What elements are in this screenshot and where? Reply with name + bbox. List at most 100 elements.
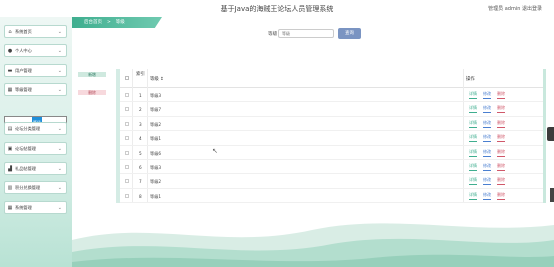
board-icon: ▟ bbox=[8, 165, 12, 172]
index-column-header: 索引 bbox=[136, 72, 145, 77]
row-checkbox[interactable] bbox=[125, 165, 129, 169]
edit-link[interactable]: 修改 bbox=[483, 163, 491, 171]
detail-link[interactable]: 详情 bbox=[469, 91, 477, 99]
sidebar-item-label: 个人中心 bbox=[15, 47, 32, 53]
row-level: 等级7 bbox=[150, 107, 162, 113]
delete-link[interactable]: 删除 bbox=[497, 105, 505, 114]
delete-link[interactable]: 删除 bbox=[497, 91, 505, 99]
row-index: 5 bbox=[139, 150, 142, 156]
sidebar-item[interactable]: ▤ 论坛分类管理 ⌄ bbox=[4, 122, 67, 135]
edit-link[interactable]: 修改 bbox=[483, 149, 491, 157]
row-checkbox[interactable] bbox=[125, 93, 129, 97]
edit-link[interactable]: 修改 bbox=[483, 105, 491, 114]
sidebar-item-label: 积分兑换管理 bbox=[15, 184, 41, 190]
row-checkbox[interactable] bbox=[125, 136, 129, 141]
table-row: 4 等级1 详情 修改 删除 bbox=[120, 131, 543, 146]
sidebar-item[interactable]: ▬ 用户管理 ⌄ bbox=[4, 64, 67, 77]
chevron-down-icon: ⌄ bbox=[57, 204, 62, 211]
breadcrumb-current: 等级 bbox=[115, 20, 125, 25]
search-input[interactable] bbox=[278, 29, 334, 38]
row-checkbox[interactable] bbox=[125, 121, 129, 126]
side-handle[interactable] bbox=[547, 127, 554, 141]
chevron-down-icon: ⌄ bbox=[57, 184, 62, 191]
table-row: 2 等级7 详情 修改 删除 bbox=[120, 102, 543, 117]
forum-icon: ▣ bbox=[7, 145, 13, 152]
search-label: 等级 bbox=[268, 32, 278, 37]
row-checkbox[interactable] bbox=[125, 107, 129, 112]
chevron-down-icon: ⌄ bbox=[57, 86, 62, 93]
sidebar-item[interactable]: ▟ 礼品帖管理 ⌄ bbox=[4, 162, 67, 175]
row-checkbox[interactable] bbox=[125, 150, 129, 155]
sidebar-item-label: 系统首页 bbox=[15, 28, 32, 34]
chevron-down-icon: ⌄ bbox=[57, 125, 62, 132]
delete-link[interactable]: 删除 bbox=[497, 163, 505, 171]
table-row: 3 等级2 详情 修改 删除 bbox=[120, 117, 543, 132]
action-buttons: 新增 删除 bbox=[78, 72, 106, 95]
page-title: 基于Java的海贼王论坛人员管理系统 bbox=[220, 5, 334, 13]
delete-link[interactable]: 删除 bbox=[497, 149, 505, 157]
delete-link[interactable]: 删除 bbox=[497, 120, 505, 128]
user-icon: ● bbox=[7, 47, 13, 54]
sidebar-item-label: 礼品帖管理 bbox=[15, 165, 36, 171]
settings-icon: ▦ bbox=[7, 204, 13, 211]
user-menu[interactable]: 管理员 admin 退出登录 bbox=[488, 5, 542, 12]
home-icon: ⌂ bbox=[8, 28, 12, 35]
detail-link[interactable]: 详情 bbox=[469, 163, 477, 171]
sidebar-item-label: 系统管理 bbox=[15, 204, 32, 210]
users-icon: ▬ bbox=[7, 67, 13, 74]
select-all-checkbox[interactable] bbox=[125, 76, 129, 80]
decorative-waves bbox=[72, 223, 554, 267]
chevron-down-icon: ⌄ bbox=[57, 28, 62, 35]
edit-link[interactable]: 修改 bbox=[483, 120, 491, 128]
header: 基于Java的海贼王论坛人员管理系统 管理员 admin 退出登录 bbox=[0, 0, 554, 17]
sidebar-item[interactable]: ▦ 等级管理 ⌄ bbox=[4, 83, 67, 96]
detail-link[interactable]: 详情 bbox=[469, 105, 477, 114]
delete-link[interactable]: 删除 bbox=[497, 134, 505, 143]
breadcrumb-separator: > bbox=[107, 20, 111, 25]
delete-button[interactable]: 删除 bbox=[78, 90, 106, 95]
points-icon: ▥ bbox=[7, 184, 13, 191]
edit-link[interactable]: 修改 bbox=[483, 134, 491, 143]
forum-icon: ▤ bbox=[7, 125, 13, 132]
detail-link[interactable]: 详情 bbox=[469, 149, 477, 157]
level-column-header[interactable]: 等级 ↕ bbox=[150, 76, 164, 82]
row-index: 3 bbox=[139, 121, 142, 127]
chevron-down-icon: ⌄ bbox=[57, 165, 62, 172]
sidebar-item[interactable]: ● 个人中心 ⌄ bbox=[4, 44, 67, 57]
row-index: 4 bbox=[139, 136, 142, 142]
sidebar-item[interactable]: ▦ 系统管理 ⌄ bbox=[4, 201, 67, 214]
operation-column-header: 操作 bbox=[466, 77, 475, 82]
row-index: 2 bbox=[139, 107, 142, 113]
row-level: 等级2 bbox=[150, 121, 162, 127]
sidebar-item-label: 论坛帖管理 bbox=[15, 145, 36, 151]
table-header: 索引 等级 ↕ 操作 bbox=[120, 69, 543, 88]
row-index: 6 bbox=[139, 165, 142, 170]
row-level: 等级3 bbox=[150, 165, 162, 170]
row-level: 等级1 bbox=[150, 136, 162, 142]
sidebar-item[interactable]: ⌂ 系统首页 ⌄ bbox=[4, 25, 67, 38]
row-level: 等级6 bbox=[150, 150, 162, 156]
sidebar-item-label: 论坛分类管理 bbox=[15, 125, 41, 131]
table-row: 1 等级3 详情 修改 删除 bbox=[120, 88, 543, 103]
breadcrumb: 后台首页 > 等级 bbox=[72, 17, 162, 28]
breadcrumb-home[interactable]: 后台首页 bbox=[84, 20, 102, 25]
row-level: 等级3 bbox=[150, 93, 162, 98]
sidebar-item-label: 等级管理 bbox=[15, 86, 32, 92]
grid-icon: ▦ bbox=[7, 86, 13, 93]
search-button[interactable]: 查询 bbox=[338, 28, 361, 39]
row-index: 1 bbox=[139, 93, 142, 98]
mouse-cursor-icon: ↖ bbox=[212, 147, 218, 155]
sidebar-item[interactable]: ▣ 论坛帖管理 ⌄ bbox=[4, 142, 67, 155]
detail-link[interactable]: 详情 bbox=[469, 134, 477, 143]
add-button[interactable]: 新增 bbox=[78, 72, 106, 77]
chevron-down-icon: ⌄ bbox=[57, 67, 62, 74]
chevron-down-icon: ⌄ bbox=[57, 145, 62, 152]
chevron-down-icon: ⌄ bbox=[57, 47, 62, 54]
detail-link[interactable]: 详情 bbox=[469, 120, 477, 128]
sidebar-item-label: 用户管理 bbox=[15, 67, 32, 73]
table-row: 5 等级6 详情 修改 删除 bbox=[120, 146, 543, 160]
sidebar: ≡ 等级 ≡ ⌂系统首页⌄●个人中心⌄▬用户管理⌄▦等级管理⌄▤论坛分类管理⌄▣… bbox=[0, 17, 72, 267]
sidebar-item[interactable]: ▥ 积分兑换管理 ⌄ bbox=[4, 181, 67, 194]
edit-link[interactable]: 修改 bbox=[483, 91, 491, 99]
table-row: 6 等级3 详情 修改 删除 bbox=[120, 160, 543, 175]
